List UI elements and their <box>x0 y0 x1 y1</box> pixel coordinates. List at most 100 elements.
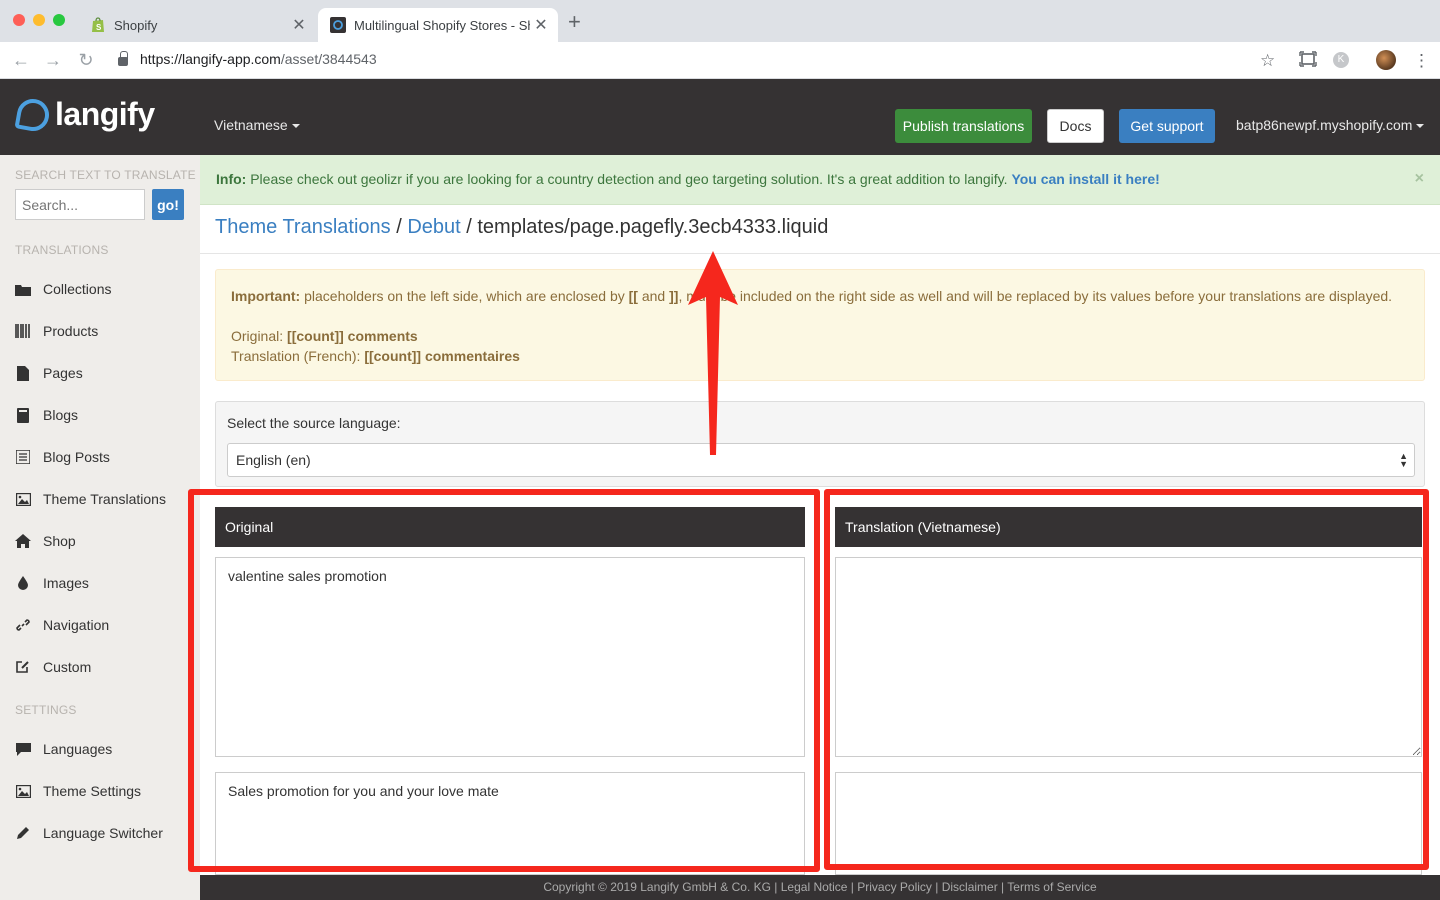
translations-heading: TRANSLATIONS <box>15 243 109 257</box>
settings-heading: SETTINGS <box>15 703 77 717</box>
sidebar-item-theme-settings[interactable]: Theme Settings <box>15 780 141 802</box>
source-language-select[interactable]: English (en) ▲ ▼ <box>227 443 1415 477</box>
sidebar-item-label: Images <box>43 575 89 591</box>
shop-domain: batp86newpf.myshopify.com <box>1236 117 1413 133</box>
window-maximize-button[interactable] <box>53 14 65 26</box>
sidebar-item-label: Languages <box>43 741 113 757</box>
sidebar-item-label: Blogs <box>43 407 79 423</box>
tab-title: Shopify <box>114 17 158 33</box>
breadcrumb-separator: / <box>390 216 408 238</box>
docs-button[interactable]: Docs <box>1047 109 1104 143</box>
breadcrumb-theme-translations[interactable]: Theme Translations <box>215 216 391 238</box>
sidebar-item-label: Theme Settings <box>43 783 142 799</box>
browser-tab-bar: S Shopify ✕ Multilingual Shopify Stores … <box>0 0 1440 42</box>
tab-title: Multilingual Shopify Stores - Sh <box>354 17 530 33</box>
sidebar-item-label: Pages <box>43 365 83 381</box>
reload-icon[interactable]: ↻ <box>75 50 97 71</box>
sidebar-item-theme-translations[interactable]: Theme Translations <box>15 488 166 510</box>
search-input[interactable] <box>15 189 145 220</box>
source-language-label: Select the source language: <box>227 415 401 431</box>
browser-tab-shopify[interactable]: S Shopify ✕ <box>82 8 316 42</box>
sidebar-item-label: Products <box>43 323 99 339</box>
close-icon[interactable]: × <box>1415 170 1424 188</box>
sidebar-item-shop[interactable]: Shop <box>15 530 76 552</box>
highlight-box-translation <box>824 489 1429 870</box>
get-support-button[interactable]: Get support <box>1119 109 1215 143</box>
bookmark-star-icon[interactable]: ☆ <box>1260 51 1275 71</box>
shopify-icon: S <box>90 17 106 33</box>
url-host: https://langify-app.com <box>140 51 281 67</box>
sidebar-item-label: Language Switcher <box>43 825 163 841</box>
language-dropdown[interactable]: Vietnamese <box>214 117 300 133</box>
home-icon <box>15 533 31 549</box>
important-text: Important: placeholders on the left side… <box>231 288 1393 304</box>
search-go-button[interactable]: go! <box>152 189 184 220</box>
comment-icon <box>15 741 31 757</box>
breadcrumb-debut[interactable]: Debut <box>407 216 460 238</box>
screen-capture-icon[interactable] <box>1299 51 1317 72</box>
sidebar-item-label: Blog Posts <box>43 449 110 465</box>
close-icon[interactable]: ✕ <box>530 15 552 35</box>
langify-icon <box>330 17 346 33</box>
caret-down-icon <box>1416 124 1425 129</box>
edit-icon <box>15 659 31 675</box>
footer: Copyright © 2019 Langify GmbH & Co. KG |… <box>200 875 1440 900</box>
tint-icon <box>15 575 31 591</box>
example-original: Original: [[count]] comments <box>231 328 418 344</box>
picture-icon <box>15 783 31 799</box>
sidebar-item-label: Theme Translations <box>43 491 166 507</box>
select-arrows-icon: ▲ ▼ <box>1399 451 1408 469</box>
close-icon[interactable]: ✕ <box>288 15 310 35</box>
url-path: /asset/3844543 <box>280 51 377 67</box>
menu-kebab-icon[interactable]: ⋮ <box>1413 51 1430 71</box>
sidebar-item-blog-posts[interactable]: Blog Posts <box>15 446 110 468</box>
forward-arrow-icon[interactable]: → <box>42 50 64 71</box>
browser-address-bar: ← → ↻ https://langify-app.com/asset/3844… <box>0 42 1440 79</box>
sidebar-item-languages[interactable]: Languages <box>15 738 112 760</box>
sidebar-item-custom[interactable]: Custom <box>15 656 91 678</box>
sidebar-item-collections[interactable]: Collections <box>15 278 111 300</box>
breadcrumb: Theme Translations / Debut / templates/p… <box>215 216 828 239</box>
svg-text:S: S <box>96 23 102 32</box>
folder-icon <box>15 281 31 297</box>
sidebar-item-pages[interactable]: Pages <box>15 362 83 384</box>
langify-logo[interactable]: langify <box>14 95 155 134</box>
sidebar-item-label: Navigation <box>43 617 110 633</box>
file-icon <box>15 365 31 381</box>
example-translation: Translation (French): [[count]] commenta… <box>231 348 520 364</box>
sidebar-item-products[interactable]: Products <box>15 320 98 342</box>
source-language-panel: Select the source language: English (en)… <box>215 401 1425 487</box>
footer-copyright: Copyright © 2019 Langify GmbH & Co. KG |… <box>543 880 1097 894</box>
logo-text: langify <box>55 96 155 132</box>
lock-icon <box>118 50 128 66</box>
window-close-button[interactable] <box>13 14 25 26</box>
breadcrumb-separator: / <box>460 216 478 238</box>
back-arrow-icon[interactable]: ← <box>10 50 32 71</box>
browser-tab-langify[interactable]: Multilingual Shopify Stores - Sh ✕ <box>318 8 558 42</box>
highlight-box-original <box>188 489 820 872</box>
window-minimize-button[interactable] <box>33 14 45 26</box>
sidebar-item-language-switcher[interactable]: Language Switcher <box>15 822 163 844</box>
publish-translations-button[interactable]: Publish translations <box>895 109 1032 143</box>
info-prefix: Info: <box>216 171 247 187</box>
url-field[interactable]: https://langify-app.com/asset/3844543 <box>118 50 377 67</box>
barcode-icon <box>15 323 31 339</box>
info-message: Please check out geolizr if you are look… <box>246 171 1012 187</box>
langify-logo-icon <box>14 95 52 134</box>
book-icon <box>15 407 31 423</box>
sidebar-item-label: Collections <box>43 281 112 297</box>
extension-k-icon[interactable]: K <box>1333 52 1349 68</box>
language-dropdown-label: Vietnamese <box>214 117 288 133</box>
sidebar-item-images[interactable]: Images <box>15 572 89 594</box>
profile-avatar[interactable] <box>1376 50 1396 70</box>
picture-icon <box>15 491 31 507</box>
shop-dropdown[interactable]: batp86newpf.myshopify.com <box>1236 117 1425 133</box>
sidebar-item-label: Shop <box>43 533 76 549</box>
sidebar-item-blogs[interactable]: Blogs <box>15 404 78 426</box>
annotation-arrow-icon <box>688 251 738 455</box>
install-link[interactable]: You can install it here! <box>1011 171 1159 187</box>
link-icon <box>15 617 31 633</box>
sidebar-item-navigation[interactable]: Navigation <box>15 614 109 636</box>
new-tab-button[interactable]: + <box>568 11 581 33</box>
breadcrumb-current: templates/page.pagefly.3ecb4333.liquid <box>477 216 829 238</box>
